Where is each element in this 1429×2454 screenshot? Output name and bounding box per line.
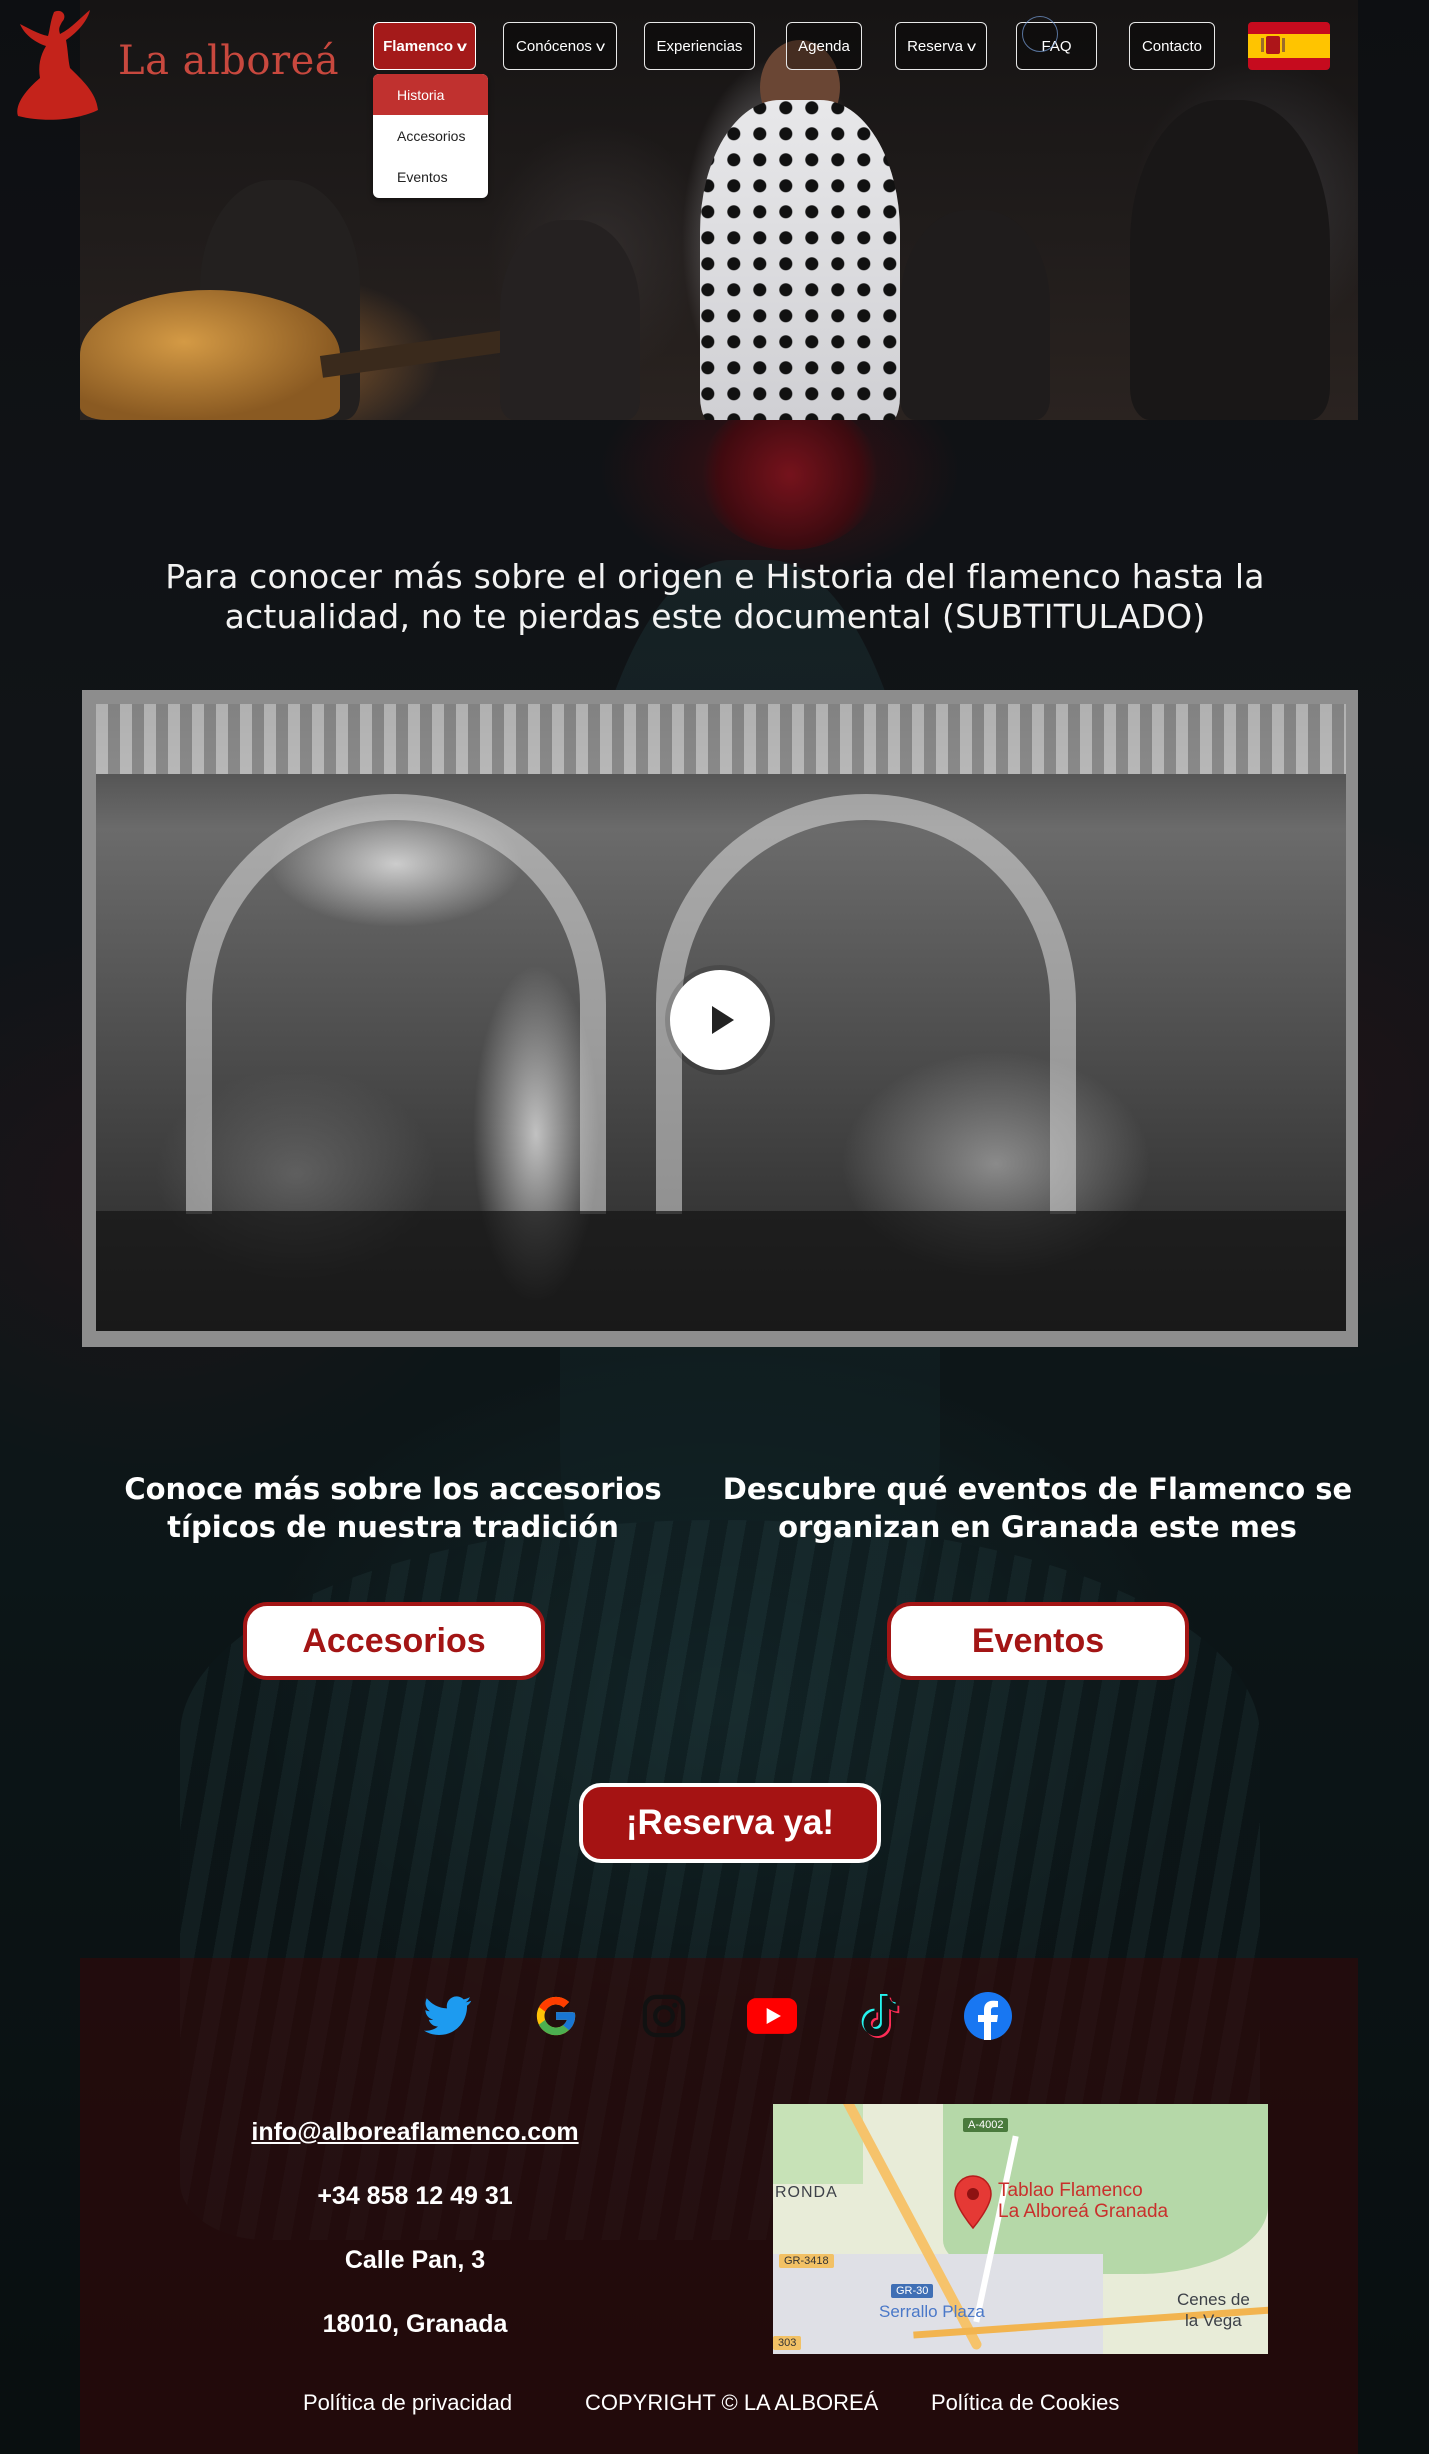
map-pin-icon — [954, 2175, 992, 2230]
nav-item-label: Contacto — [1141, 37, 1203, 55]
map-place-name: Tablao Flamenco — [998, 2180, 1143, 2201]
contact-street: Calle Pan, 3 — [344, 2246, 486, 2274]
map-label: la Vega — [1185, 2311, 1242, 2330]
map-place-name: La Alboreá Granada — [998, 2201, 1169, 2222]
nav-item-label: Agenda — [798, 37, 850, 55]
chevron-down-icon: v — [456, 38, 468, 54]
contact-phone: +34 858 12 49 31 — [317, 2182, 513, 2210]
flamenco-dropdown-menu: Historia Accesorios Eventos — [373, 74, 488, 198]
nav-item-agenda[interactable]: Agenda — [786, 22, 862, 70]
map-road-shield: GR-3418 — [779, 2254, 834, 2268]
nav-item-experiencias[interactable]: Experiencias — [644, 22, 755, 70]
contact-email-link[interactable]: info@alboreaflamenco.com — [215, 2118, 615, 2147]
accesorios-button[interactable]: Accesorios — [243, 1602, 545, 1680]
chevron-down-icon: v — [966, 38, 976, 54]
eventos-button[interactable]: Eventos — [887, 1602, 1189, 1680]
hero-dancer-figure — [700, 100, 900, 420]
google-icon[interactable] — [530, 1990, 582, 2042]
instagram-icon[interactable] — [638, 1990, 690, 2042]
nav-item-label: Conócenos — [516, 37, 592, 55]
nav-item-label: Reserva — [907, 37, 963, 55]
video-awning — [96, 704, 1346, 774]
map-label: Serrallo Plaza — [879, 2302, 985, 2321]
hero-guitar — [80, 290, 340, 420]
video-arch — [186, 794, 606, 1214]
cookies-policy-link[interactable]: Política de Cookies — [931, 2390, 1119, 2416]
map-place-label: Tablao Flamenco La Alboreá Granada — [998, 2180, 1168, 2222]
map-road-shield: GR-30 — [891, 2284, 934, 2298]
map-road-shield: 303 — [773, 2336, 802, 2350]
nav-item-label: FAQ — [1041, 37, 1072, 55]
video-stage — [96, 1211, 1346, 1331]
copyright-text: COPYRIGHT © LA ALBOREÁ — [585, 2390, 879, 2415]
chevron-down-icon: v — [595, 38, 605, 54]
map-label: RONDA — [775, 2184, 838, 2201]
nav-item-label: Experiencias — [656, 37, 743, 55]
hero-singer-figure — [1130, 100, 1330, 420]
map-label: Cenes de — [1177, 2290, 1250, 2309]
play-button[interactable] — [670, 970, 770, 1070]
documentary-intro-text: Para conocer más sobre el origen e Histo… — [165, 557, 1265, 636]
eventos-heading: Descubre qué eventos de Flamenco se orga… — [722, 1472, 1353, 1544]
dropdown-item-historia[interactable]: Historia — [373, 74, 488, 115]
video-frame — [82, 690, 1358, 1347]
documentary-video[interactable] — [96, 704, 1346, 1331]
nav-item-reserva[interactable]: Reserva v — [895, 22, 987, 70]
coat-of-arms-icon — [1261, 36, 1285, 54]
dropdown-item-accesorios[interactable]: Accesorios — [373, 115, 488, 156]
contact-city: 18010, Granada — [322, 2310, 508, 2338]
spain-flag-icon[interactable] — [1248, 22, 1330, 70]
nav-item-faq[interactable]: FAQ — [1016, 22, 1097, 70]
privacy-policy-link[interactable]: Política de privacidad — [303, 2390, 512, 2416]
nav-item-label: Flamenco — [383, 37, 454, 55]
play-icon — [712, 1006, 734, 1034]
map-road-shield: A-4002 — [963, 2118, 1009, 2132]
tiktok-icon[interactable] — [854, 1990, 906, 2042]
nav-item-contacto[interactable]: Contacto — [1129, 22, 1215, 70]
youtube-icon[interactable] — [746, 1990, 798, 2042]
facebook-icon[interactable] — [962, 1990, 1014, 2042]
reserva-cta-button[interactable]: ¡Reserva ya! — [579, 1783, 881, 1863]
location-map[interactable]: A-4002 RONDA GR-3418 GR-30 Serrallo Plaz… — [773, 2104, 1268, 2354]
nav-item-flamenco[interactable]: Flamenco v — [373, 22, 476, 70]
hero-musician-figure — [500, 220, 640, 420]
main-nav: Flamenco v Conócenos v Experiencias Agen… — [0, 22, 1429, 72]
hero-musician-figure — [900, 210, 1050, 420]
twitter-icon[interactable] — [422, 1990, 474, 2042]
accesorios-heading: Conoce más sobre los accesorios típicos … — [124, 1472, 662, 1544]
nav-item-conocenos[interactable]: Conócenos v — [503, 22, 617, 70]
dropdown-item-eventos[interactable]: Eventos — [373, 156, 488, 197]
